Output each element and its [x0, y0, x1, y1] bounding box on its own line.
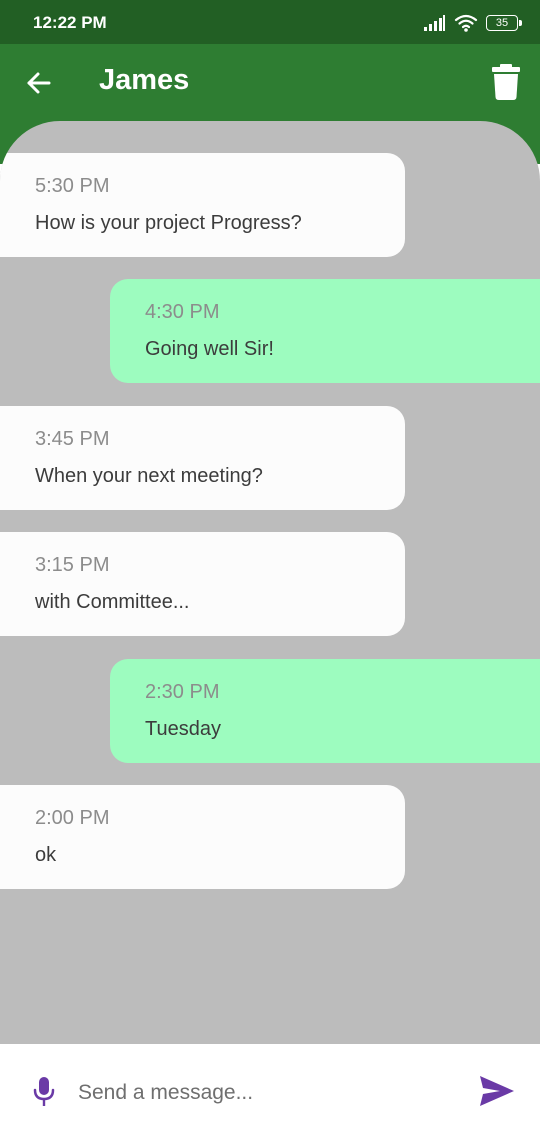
message-bubble-outgoing: 2:30 PM Tuesday: [110, 659, 540, 763]
message-input[interactable]: [76, 1074, 460, 1112]
message-time: 3:15 PM: [35, 554, 110, 576]
status-icons: 35: [424, 12, 522, 34]
message-time: 5:30 PM: [35, 175, 110, 197]
message-time: 4:30 PM: [145, 301, 220, 323]
wifi-icon: [454, 14, 478, 32]
message-text: with Committee...: [35, 591, 190, 613]
message-time: 2:00 PM: [35, 807, 110, 829]
message-text: How is your project Progress?: [35, 212, 302, 234]
message-text: ok: [35, 844, 57, 866]
microphone-icon[interactable]: [32, 1077, 56, 1107]
chat-area: 5:30 PM How is your project Progress? 4:…: [0, 121, 540, 1044]
message-bubble-incoming: 2:00 PM ok: [0, 785, 405, 889]
message-text: When your next meeting?: [35, 465, 263, 487]
signal-icon: [424, 15, 445, 31]
message-time: 2:30 PM: [145, 681, 220, 703]
status-time: 12:22 PM: [33, 13, 107, 32]
message-text: Going well Sir!: [145, 338, 274, 360]
trash-icon[interactable]: [492, 64, 520, 100]
message-text: Tuesday: [145, 718, 221, 740]
status-bar: 12:22 PM 35: [0, 0, 540, 44]
message-bubble-incoming: 3:45 PM When your next meeting?: [0, 406, 405, 510]
message-time: 3:45 PM: [35, 428, 110, 450]
send-icon[interactable]: [480, 1076, 514, 1106]
battery-icon: 35: [486, 15, 522, 31]
message-bubble-incoming: 5:30 PM How is your project Progress?: [0, 153, 405, 257]
arrow-left-icon[interactable]: [24, 68, 54, 98]
message-bubble-outgoing: 4:30 PM Going well Sir!: [110, 279, 540, 383]
message-bubble-incoming: 3:15 PM with Committee...: [0, 532, 405, 636]
message-composer: [0, 1044, 540, 1140]
page-title: James: [99, 64, 190, 96]
